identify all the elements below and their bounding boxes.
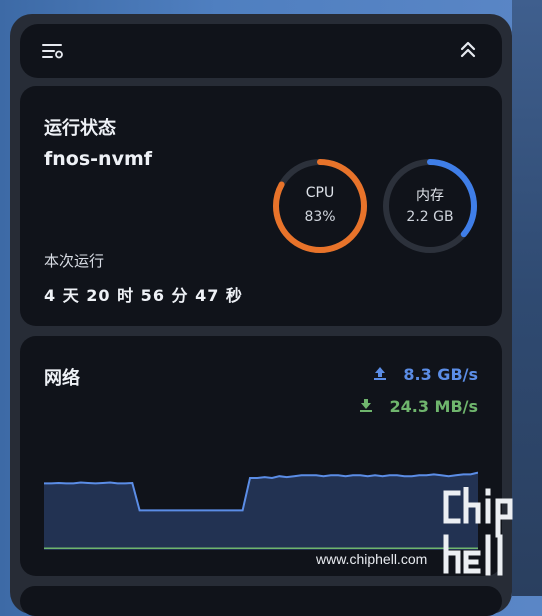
watermark-site: www.chiphell.com xyxy=(316,551,428,567)
upload-area xyxy=(44,472,478,550)
filter-settings-icon[interactable] xyxy=(42,42,64,60)
cpu-gauge-value: 83% xyxy=(304,209,336,225)
status-title: 运行状态 xyxy=(44,118,116,139)
memory-gauge[interactable]: 内存 2.2 GB xyxy=(380,156,480,256)
download-rate: 24.3 MB/s xyxy=(389,397,478,416)
uptime-value: 4 天 20 时 56 分 47 秒 xyxy=(44,286,243,305)
memory-gauge-label: 内存 xyxy=(416,188,444,204)
hostname: fnos-nvmf xyxy=(44,148,153,170)
watermark-logo xyxy=(443,487,513,576)
next-card xyxy=(20,586,502,616)
chevrons-up-icon[interactable] xyxy=(460,41,476,59)
download-arrow-icon xyxy=(359,397,373,419)
panel-toolbar xyxy=(20,24,502,78)
network-rates: 8.3 GB/s 24.3 MB/s xyxy=(359,364,478,428)
uptime-label: 本次运行 xyxy=(44,252,105,270)
download-rate-row: 24.3 MB/s xyxy=(359,396,478,428)
status-card[interactable]: 运行状态 fnos-nvmf CPU 83% 内存 2.2 GB 本次运行 4 … xyxy=(20,86,502,326)
cpu-gauge[interactable]: CPU 83% xyxy=(270,156,370,256)
network-card[interactable]: 网络 8.3 GB/s 24.3 MB/s xyxy=(20,336,502,576)
network-traffic-chart xyxy=(44,471,478,550)
memory-gauge-value: 2.2 GB xyxy=(406,209,454,225)
network-title: 网络 xyxy=(44,368,80,389)
upload-arrow-icon xyxy=(373,365,387,387)
upload-rate-row: 8.3 GB/s xyxy=(359,364,478,396)
cpu-gauge-label: CPU xyxy=(305,185,335,201)
upload-rate: 8.3 GB/s xyxy=(403,365,478,384)
